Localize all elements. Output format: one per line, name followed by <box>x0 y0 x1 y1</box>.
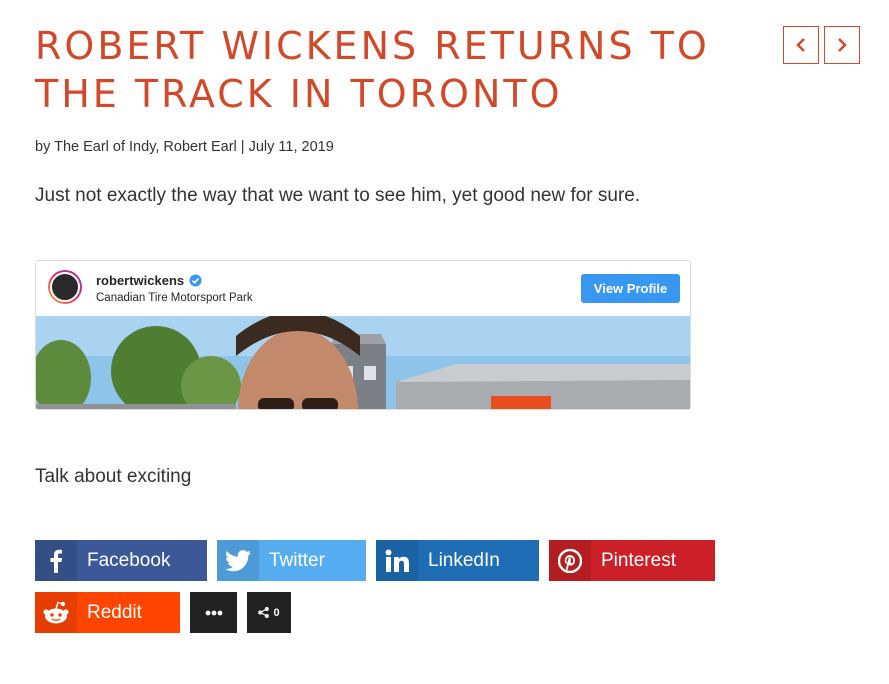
instagram-username-row[interactable]: robertwickens <box>96 273 202 288</box>
view-profile-button[interactable]: View Profile <box>581 274 680 303</box>
chevron-right-icon <box>838 38 847 52</box>
previous-post-button[interactable] <box>783 26 819 64</box>
pinterest-label: Pinterest <box>601 549 676 571</box>
reddit-label: Reddit <box>87 601 142 623</box>
next-post-button[interactable] <box>824 26 860 64</box>
more-share-button[interactable] <box>190 592 237 633</box>
post-navigation <box>783 26 860 64</box>
verified-badge-icon <box>189 274 202 287</box>
avatar[interactable] <box>48 270 82 304</box>
twitter-label: Twitter <box>269 549 325 571</box>
facebook-label: Facebook <box>87 549 171 571</box>
linkedin-icon <box>376 540 418 581</box>
instagram-location[interactable]: Canadian Tire Motorsport Park <box>96 292 253 304</box>
pinterest-icon <box>549 540 591 581</box>
share-facebook-button[interactable]: Facebook <box>35 540 207 581</box>
instagram-header: robertwickens Canadian Tire Motorsport P… <box>36 261 690 317</box>
article-byline: by The Earl of Indy, Robert Earl | July … <box>35 139 334 155</box>
instagram-username[interactable]: robertwickens <box>96 273 184 288</box>
chevron-left-icon <box>796 38 805 52</box>
share-count-value: 0 <box>273 606 280 619</box>
article-title: ROBERT WICKENS RETURNS TO THE TRACK IN T… <box>35 24 710 116</box>
ellipsis-icon <box>205 610 222 615</box>
share-reddit-button[interactable]: Reddit <box>35 592 180 633</box>
facebook-icon <box>35 540 77 581</box>
share-twitter-button[interactable]: Twitter <box>217 540 366 581</box>
photo-image <box>36 316 690 409</box>
linkedin-label: LinkedIn <box>428 549 500 571</box>
article-paragraph: Talk about exciting <box>35 466 192 487</box>
share-icon <box>258 607 270 618</box>
share-pinterest-button[interactable]: Pinterest <box>549 540 715 581</box>
share-count: 0 <box>247 592 291 633</box>
twitter-icon <box>217 540 259 581</box>
article-lead: Just not exactly the way that we want to… <box>35 185 641 206</box>
share-linkedin-button[interactable]: LinkedIn <box>376 540 539 581</box>
instagram-photo[interactable] <box>36 316 690 409</box>
reddit-icon <box>35 592 77 633</box>
instagram-embed: robertwickens Canadian Tire Motorsport P… <box>35 260 691 410</box>
